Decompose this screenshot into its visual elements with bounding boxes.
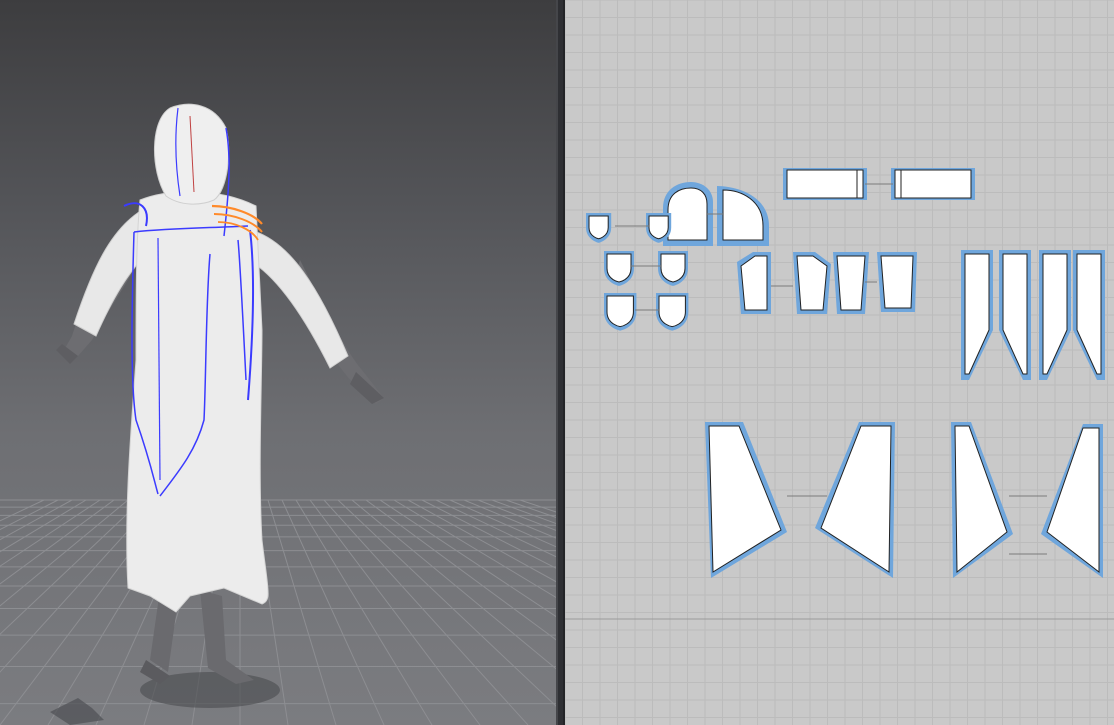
- long-panel: [1076, 253, 1102, 375]
- shield-piece: [588, 215, 609, 240]
- hand-shadow: [50, 698, 104, 725]
- shield-piece: [606, 295, 634, 328]
- pattern-grid: [565, 0, 1114, 725]
- shield-piece: [660, 253, 686, 283]
- sleeve-top-pieces[interactable]: [737, 252, 917, 314]
- hood-band-pieces[interactable]: [783, 168, 975, 200]
- app-window: [0, 0, 1114, 725]
- hooded-robe[interactable]: [73, 103, 349, 613]
- long-panel: [1002, 253, 1028, 375]
- 2d-pattern-window[interactable]: [565, 0, 1114, 725]
- hood-pieces[interactable]: [663, 182, 769, 246]
- shield-piece: [658, 295, 686, 328]
- view-splitter[interactable]: [556, 0, 565, 725]
- pattern-canvas[interactable]: [565, 0, 1114, 725]
- long-panel: [1042, 253, 1068, 375]
- skirt-left-pieces[interactable]: [705, 422, 895, 578]
- 3d-viewport[interactable]: [0, 0, 556, 725]
- 3d-scene[interactable]: [0, 0, 556, 725]
- skirt-right-pieces[interactable]: [951, 422, 1103, 578]
- shield-piece: [648, 215, 669, 240]
- shield-piece: [606, 253, 632, 283]
